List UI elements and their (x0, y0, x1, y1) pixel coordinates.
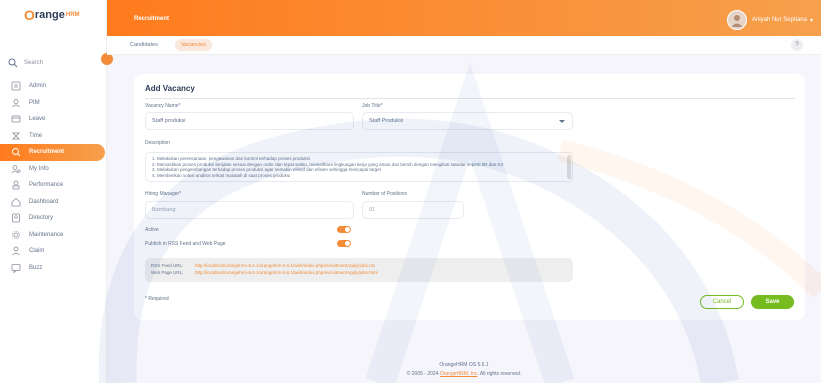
vacancy-name-label: Vacancy Name* (145, 103, 181, 109)
publish-label: Publish in RSS Feed and Web Page (145, 241, 226, 247)
sidebar-item-leave[interactable]: Leave (0, 111, 107, 128)
chevron-down-icon: ▾ (809, 17, 813, 24)
top-header: Recruitment Aniyah Nur Septiana ▾ (107, 0, 821, 36)
hiring-manager-label: Hiring Manager* (145, 191, 182, 197)
sidebar-item-myinfo[interactable]: My Info (0, 161, 107, 178)
pim-icon (12, 98, 20, 108)
search-input[interactable]: Search (8, 56, 100, 70)
tab-candidates[interactable]: Candidates (124, 39, 164, 51)
sidebar-item-directory[interactable]: Directory (0, 210, 107, 227)
vacancy-name-field[interactable]: Staff produksi (145, 112, 354, 130)
footer-copyright: © 2005 - 2024 OrangeHRM, Inc. All rights… (107, 371, 821, 377)
active-toggle[interactable] (337, 226, 351, 233)
admin-icon (11, 81, 21, 91)
description-line: 4. Memberikan solusi analisis terkait ma… (152, 172, 291, 178)
sidebar-item-label: Time (29, 132, 43, 139)
description-textarea[interactable]: 1. Melakukan perencanaan, pengawasan dan… (145, 152, 573, 182)
web-url-label: Web Page URL: (151, 270, 184, 275)
job-title-label: Job Title* (362, 103, 383, 109)
search-icon (8, 58, 18, 68)
main-menu: Admin PIM Leave Time Recruitment My Info… (0, 78, 107, 276)
active-label: Active (145, 227, 159, 233)
performance-icon (12, 180, 20, 190)
user-avatar-icon (731, 15, 743, 27)
brand-logo[interactable]: Orange HRM (0, 0, 106, 30)
description-label: Description (145, 140, 171, 146)
directory-icon (12, 213, 20, 223)
save-button[interactable]: Save (751, 295, 794, 309)
top-nav: Candidates Vacancies ? (107, 36, 821, 55)
buzz-icon (11, 263, 21, 273)
add-vacancy-card: Add Vacancy Vacancy Name* Staff produksi… (134, 74, 805, 320)
sidebar-item-pim[interactable]: PIM (0, 95, 107, 112)
sidebar-item-label: Directory (29, 215, 54, 222)
copyright-suffix: . All rights reserved. (477, 371, 522, 377)
logo-o: O (24, 7, 35, 23)
tab-vacancies[interactable]: Vacancies (175, 39, 212, 51)
sidebar-item-recruitment[interactable]: Recruitment (0, 144, 105, 161)
time-icon (12, 132, 20, 140)
positions-field[interactable]: 01 (362, 201, 464, 219)
user-name: Aniyah Nur Septiana (751, 17, 807, 23)
sidebar: Orange HRM Search Admin PIM Leave Time Re… (0, 0, 107, 383)
sidebar-item-dashboard[interactable]: Dashboard (0, 194, 107, 211)
sidebar-item-label: Maintenance (29, 231, 64, 238)
avatar (726, 10, 747, 30)
sidebar-item-time[interactable]: Time (0, 128, 107, 145)
sidebar-item-label: My Info (29, 165, 49, 172)
dashboard-icon (11, 197, 21, 207)
sidebar-item-buzz[interactable]: Buzz (0, 260, 107, 277)
rss-url-label: RSS Feed URL: (151, 263, 184, 268)
user-dropdown[interactable]: Aniyah Nur Septiana ▾ (726, 10, 813, 30)
textarea-scrollbar[interactable] (567, 155, 571, 179)
sidebar-item-label: Claim (29, 248, 45, 255)
logo-hrm: HRM (65, 12, 80, 18)
hiring-manager-field[interactable]: Bambang (145, 201, 354, 219)
web-url-link[interactable]: http://localhost/orangehrm-5.6.1/orangeh… (195, 270, 378, 275)
positions-label: Number of Positions (362, 191, 408, 197)
rss-url-link[interactable]: http://localhost/orangehrm-5.6.1/orangeh… (195, 263, 375, 268)
myinfo-icon (11, 164, 21, 174)
claim-icon (12, 246, 20, 256)
sidebar-item-label: Leave (29, 116, 46, 123)
publish-toggle[interactable] (337, 240, 351, 247)
sidebar-item-label: Performance (29, 182, 64, 189)
logo-text: range (34, 9, 65, 21)
help-button[interactable]: ? (791, 39, 803, 51)
cancel-button[interactable]: Cancel (700, 295, 744, 309)
divider (145, 98, 795, 99)
sidebar-item-admin[interactable]: Admin (0, 78, 107, 95)
sidebar-item-claim[interactable]: Claim (0, 243, 107, 260)
required-note: * Required (145, 296, 169, 302)
recruitment-icon (12, 148, 21, 157)
rss-url-box: RSS Feed URL: http://localhost/orangehrm-… (145, 258, 573, 282)
sidebar-item-performance[interactable]: Performance (0, 177, 107, 194)
sidebar-item-label: PIM (29, 99, 40, 106)
copyright-prefix: © 2005 - 2024 (406, 371, 439, 377)
footer-version: OrangeHRM OS 5.6.1 (439, 362, 489, 368)
leave-icon (11, 115, 21, 123)
page-title: Recruitment (134, 16, 170, 22)
form-title: Add Vacancy (145, 84, 195, 93)
job-title-select[interactable]: Staff Produksi (362, 112, 573, 130)
sidebar-item-maintenance[interactable]: Maintenance (0, 227, 107, 244)
sidebar-item-label: Recruitment (29, 149, 65, 156)
maintenance-icon (11, 230, 21, 239)
sidebar-item-label: Admin (29, 83, 47, 90)
sidebar-item-label: Buzz (29, 264, 43, 271)
orangehrm-link[interactable]: OrangeHRM, Inc (440, 371, 478, 377)
search-label: Search (24, 60, 44, 66)
sidebar-item-label: Dashboard (29, 198, 59, 205)
